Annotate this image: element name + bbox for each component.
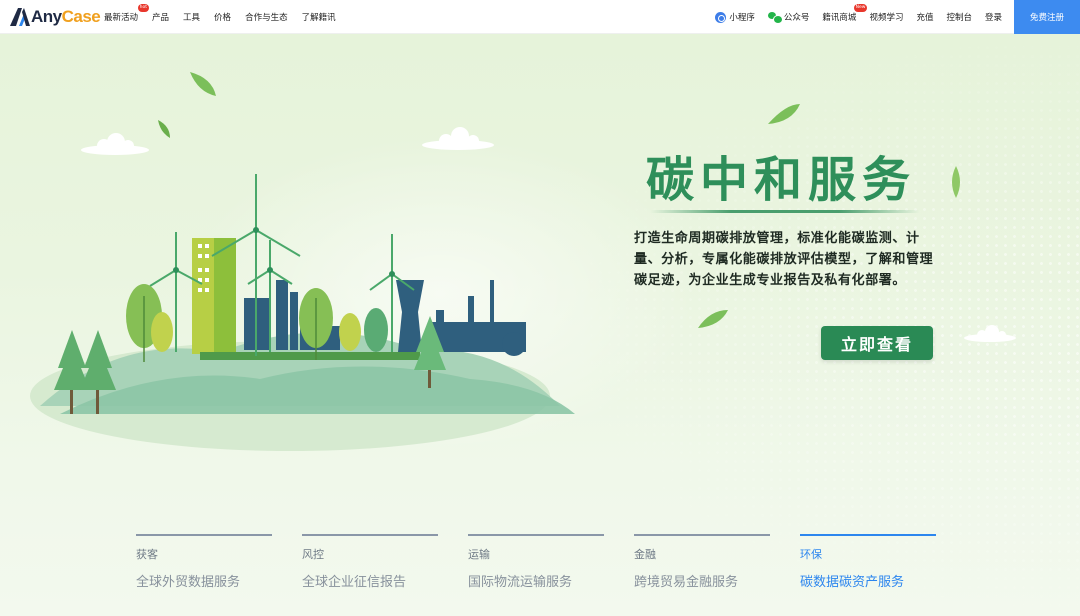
banner-title: 碳中和服务	[646, 152, 917, 208]
card-category: 环保	[800, 548, 822, 561]
primary-nav: 最新活动 hot 产品 工具 价格 合作与生态 了解籍讯	[104, 0, 350, 34]
secondary-nav: 小程序 公众号 籍讯商城 New 视频学习 充值 控制台 登录	[702, 0, 1002, 34]
nav-latest-activity-label: 最新活动	[104, 13, 139, 23]
card-category: 获客	[136, 548, 158, 561]
title-underline	[650, 210, 920, 213]
card-title: 碳数据碳资产服务	[800, 575, 905, 590]
cloud-icon	[964, 325, 1016, 342]
service-card-finance[interactable]: 金融 跨境贸易金融服务	[634, 534, 770, 590]
nav-mini-program[interactable]: 小程序	[715, 11, 755, 23]
card-title: 全球外贸数据服务	[136, 575, 241, 590]
service-cards: 获客 全球外贸数据服务 风控 全球企业征信报告 运输 国际物流运输服务 金融 跨…	[136, 534, 966, 590]
hot-badge: hot	[137, 4, 150, 12]
mall-label: 籍讯商城	[822, 13, 857, 23]
banner-description: 打造生命周期碳排放管理，标准化能碳监测、计量、分析，专属化能碳排放评估模型，了解…	[634, 231, 934, 288]
logo-text-any: Any	[31, 7, 62, 26]
nav-products[interactable]: 产品	[152, 11, 169, 23]
card-title: 全球企业征信报告	[302, 575, 407, 590]
card-title: 国际物流运输服务	[468, 575, 573, 590]
nav-partners[interactable]: 合作与生态	[245, 11, 288, 23]
hero-banner: 碳中和服务 打造生命周期碳排放管理，标准化能碳监测、计量、分析，专属化能碳排放评…	[0, 34, 1080, 616]
nav-official-account[interactable]: 公众号	[767, 11, 810, 24]
nav-latest-activity[interactable]: 最新活动 hot	[104, 4, 150, 23]
card-category: 运输	[468, 548, 490, 561]
official-account-label: 公众号	[783, 13, 810, 23]
nav-video-learning[interactable]: 视频学习	[869, 11, 903, 23]
card-indicator	[468, 534, 604, 536]
logo-a-icon	[10, 8, 30, 26]
service-card-acquisition[interactable]: 获客 全球外贸数据服务	[136, 534, 272, 590]
nav-about[interactable]: 了解籍讯	[302, 11, 336, 23]
anycase-logo[interactable]: Any Case	[10, 4, 101, 30]
logo-text-case: Case	[61, 7, 101, 26]
nav-recharge[interactable]: 充值	[916, 11, 933, 23]
service-card-environment[interactable]: 环保 碳数据碳资产服务	[800, 534, 936, 590]
wechat-icon	[767, 12, 783, 24]
nav-login[interactable]: 登录	[985, 11, 1002, 23]
card-title: 跨境贸易金融服务	[634, 575, 739, 590]
nav-console[interactable]: 控制台	[946, 11, 972, 23]
service-card-risk[interactable]: 风控 全球企业征信报告	[302, 534, 438, 590]
carbon-city-illustration	[30, 72, 575, 451]
nav-mall[interactable]: 籍讯商城 New	[822, 4, 868, 23]
decor-leaf-icon	[768, 104, 800, 124]
nav-tools[interactable]: 工具	[183, 11, 200, 23]
view-now-button[interactable]: 立即查看	[821, 326, 933, 360]
top-navbar: Any Case 最新活动 hot 产品 工具 价格 合作与生态 了解籍讯 小程…	[0, 0, 1080, 34]
card-category: 风控	[302, 548, 324, 561]
new-badge: New	[853, 4, 868, 12]
card-indicator	[302, 534, 438, 536]
card-indicator	[136, 534, 272, 536]
service-card-logistics[interactable]: 运输 国际物流运输服务	[468, 534, 604, 590]
mini-program-label: 小程序	[729, 13, 755, 23]
mini-program-icon	[715, 11, 727, 23]
card-indicator	[800, 534, 936, 536]
card-indicator	[634, 534, 770, 536]
free-register-button[interactable]: 免费注册	[1014, 0, 1080, 34]
decor-leaf-icon	[952, 166, 960, 198]
decor-leaf-icon	[698, 310, 728, 328]
nav-pricing[interactable]: 价格	[214, 11, 231, 23]
card-category: 金融	[634, 548, 656, 561]
